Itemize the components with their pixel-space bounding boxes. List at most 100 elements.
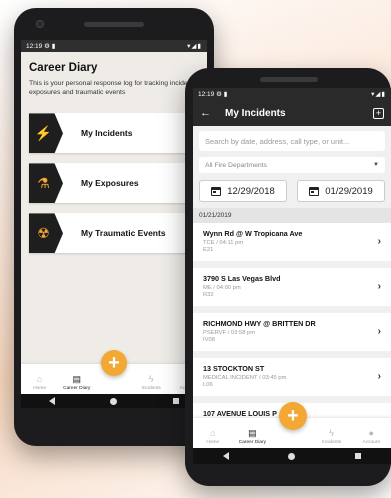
speaker <box>84 22 144 27</box>
incident-row[interactable]: Wynn Rd @ W Tropicana Ave TCE / 04:11 pm… <box>193 223 391 261</box>
status-icons-right: ▾◢▮ <box>371 91 386 98</box>
nav-home[interactable]: ⌂ Home <box>199 428 227 446</box>
chevron-right-icon: › <box>377 281 381 292</box>
home-nav-icon[interactable] <box>288 452 296 460</box>
nav-label: Career Diary <box>238 440 266 445</box>
date-to-picker[interactable]: 01/29/2019 <box>297 180 385 202</box>
chevron-right-icon: › <box>377 371 381 382</box>
speaker <box>260 77 318 82</box>
nav-incidents[interactable]: ϟ Incidents <box>137 374 165 392</box>
diary-header: Career Diary This is your personal respo… <box>21 52 207 103</box>
menu-item-my-incidents[interactable]: ⚡ My Incidents <box>29 113 207 154</box>
search-placeholder: Search by date, address, call type, or u… <box>205 136 350 146</box>
add-fab-button[interactable]: + <box>101 350 127 376</box>
incident-row[interactable]: RICHMOND HWY @ BRITTEN DR PSERVF / 03:58… <box>193 313 391 351</box>
radiation-icon: ☢ <box>37 224 50 241</box>
recents-nav-icon[interactable] <box>355 453 362 459</box>
page-description: This is your personal response log for t… <box>29 80 199 97</box>
incident-row[interactable]: 13 STOCKTON ST MEDICAL INCIDENT / 03:45 … <box>193 358 391 396</box>
nav-label: Career Diary <box>63 386 91 391</box>
add-incident-button[interactable]: + <box>373 107 384 119</box>
date-range: 12/29/2018 01/29/2019 <box>193 173 391 208</box>
nav-label: Incidents <box>321 440 342 445</box>
home-icon: ⌂ <box>210 428 216 438</box>
calendar-icon <box>211 186 222 196</box>
status-bar: 12:19 ⚙ ▮ ▾◢▮ <box>193 88 391 100</box>
hexagon-badge: ⚡ <box>29 113 63 154</box>
date-from: 12/29/2018 <box>227 185 275 197</box>
hexagon-badge: ⚗ <box>29 163 63 204</box>
page-title: My Incidents <box>225 107 286 119</box>
flask-icon: ⚗ <box>37 174 50 191</box>
status-time: 12:19 <box>198 91 215 98</box>
recents-nav-icon[interactable] <box>173 398 180 404</box>
my-incidents-screen: 12:19 ⚙ ▮ ▾◢▮ ← My Incidents + Search by… <box>193 88 391 464</box>
system-nav-bar <box>21 394 207 408</box>
chevron-right-icon: › <box>377 326 381 337</box>
title-bar: ← My Incidents + <box>193 100 391 126</box>
menu-item-my-exposures[interactable]: ⚗ My Exposures <box>29 163 207 204</box>
date-to: 01/29/2019 <box>325 185 373 197</box>
account-icon: ● <box>368 428 374 438</box>
menu-item-label: My Incidents <box>81 128 133 139</box>
diary-icon: ▤ <box>248 428 257 438</box>
incident-unit: R32 <box>203 292 214 298</box>
lightning-icon: ϟ <box>329 428 334 438</box>
date-from-picker[interactable]: 12/29/2018 <box>199 180 287 202</box>
nav-career-diary[interactable]: ▤ Career Diary <box>63 374 91 392</box>
career-diary-screen: 12:19 ⚙ ▮ ▾◢▮ Career Diary This is your … <box>21 40 207 408</box>
incident-unit: E21 <box>203 247 214 253</box>
lightning-icon: ⚡ <box>34 124 53 141</box>
system-nav-bar <box>193 448 391 464</box>
nav-label: Incidents <box>141 386 161 391</box>
app-header: 12:19 ⚙ ▮ ▾◢▮ ← My Incidents + <box>193 88 391 126</box>
status-icons-left: ⚙ ▮ <box>216 91 228 98</box>
incident-meta: TCE / 04:11 pm <box>203 240 244 246</box>
nav-home[interactable]: ⌂ Home <box>26 374 54 392</box>
search-input[interactable]: Search by date, address, call type, or u… <box>199 131 385 151</box>
back-arrow-icon[interactable]: ← <box>200 107 211 119</box>
front-phone: 12:19 ⚙ ▮ ▾◢▮ ← My Incidents + Search by… <box>185 68 391 486</box>
nav-label: Home <box>33 386 46 391</box>
status-time: 12:19 <box>26 43 43 50</box>
status-icons-left: ⚙ ▮ <box>44 43 56 50</box>
incident-meta: PSERVF / 03:58 pm <box>203 330 256 336</box>
incident-address: 13 STOCKTON ST <box>203 364 265 373</box>
nav-account[interactable]: ● Account <box>357 428 385 446</box>
lightning-icon: ϟ <box>148 374 154 384</box>
status-bar: 12:19 ⚙ ▮ ▾◢▮ <box>21 40 207 52</box>
menu-item-label: My Traumatic Events <box>81 228 166 239</box>
nav-incidents[interactable]: ϟ Incidents <box>318 428 346 446</box>
nav-career-diary[interactable]: ▤ Career Diary <box>238 428 266 446</box>
department-select[interactable]: All Fire Departments ▼ <box>199 157 385 173</box>
camera <box>36 20 44 28</box>
home-nav-icon[interactable] <box>110 397 118 405</box>
menu-item-my-traumatic-events[interactable]: ☢ My Traumatic Events <box>29 213 207 254</box>
incident-address: Wynn Rd @ W Tropicana Ave <box>203 229 303 238</box>
caret-down-icon: ▼ <box>373 162 379 168</box>
home-icon: ⌂ <box>36 374 43 384</box>
section-date-header: 01/21/2019 <box>193 208 391 223</box>
back-phone: 12:19 ⚙ ▮ ▾◢▮ Career Diary This is your … <box>14 8 214 446</box>
incident-unit: L06 <box>203 382 213 388</box>
incident-unit: IV08 <box>203 337 215 343</box>
hexagon-badge: ☢ <box>29 213 63 254</box>
page-title: Career Diary <box>29 62 98 74</box>
incident-row[interactable]: 3790 S Las Vegas Blvd ME / 04:00 pm R32 … <box>193 268 391 306</box>
status-icons-right: ▾◢▮ <box>187 43 202 50</box>
back-nav-icon[interactable] <box>222 452 229 460</box>
calendar-icon <box>309 186 320 196</box>
incident-meta: MEDICAL INCIDENT / 03:45 pm <box>203 375 287 381</box>
incident-address: RICHMOND HWY @ BRITTEN DR <box>203 319 316 328</box>
diary-icon: ▤ <box>72 374 82 384</box>
incident-address: 3790 S Las Vegas Blvd <box>203 274 281 283</box>
incident-meta: ME / 04:00 pm <box>203 285 241 291</box>
nav-label: Home <box>206 440 220 445</box>
nav-label: Account <box>362 440 380 445</box>
bottom-nav: + ⌂Home ▤Career Diary ϟIncidents ●Accoun… <box>21 350 207 394</box>
back-nav-icon[interactable] <box>48 397 55 405</box>
add-fab-button[interactable]: + <box>279 402 307 430</box>
menu-item-label: My Exposures <box>81 178 139 189</box>
chevron-right-icon: › <box>377 236 381 247</box>
department-selected: All Fire Departments <box>205 161 267 169</box>
